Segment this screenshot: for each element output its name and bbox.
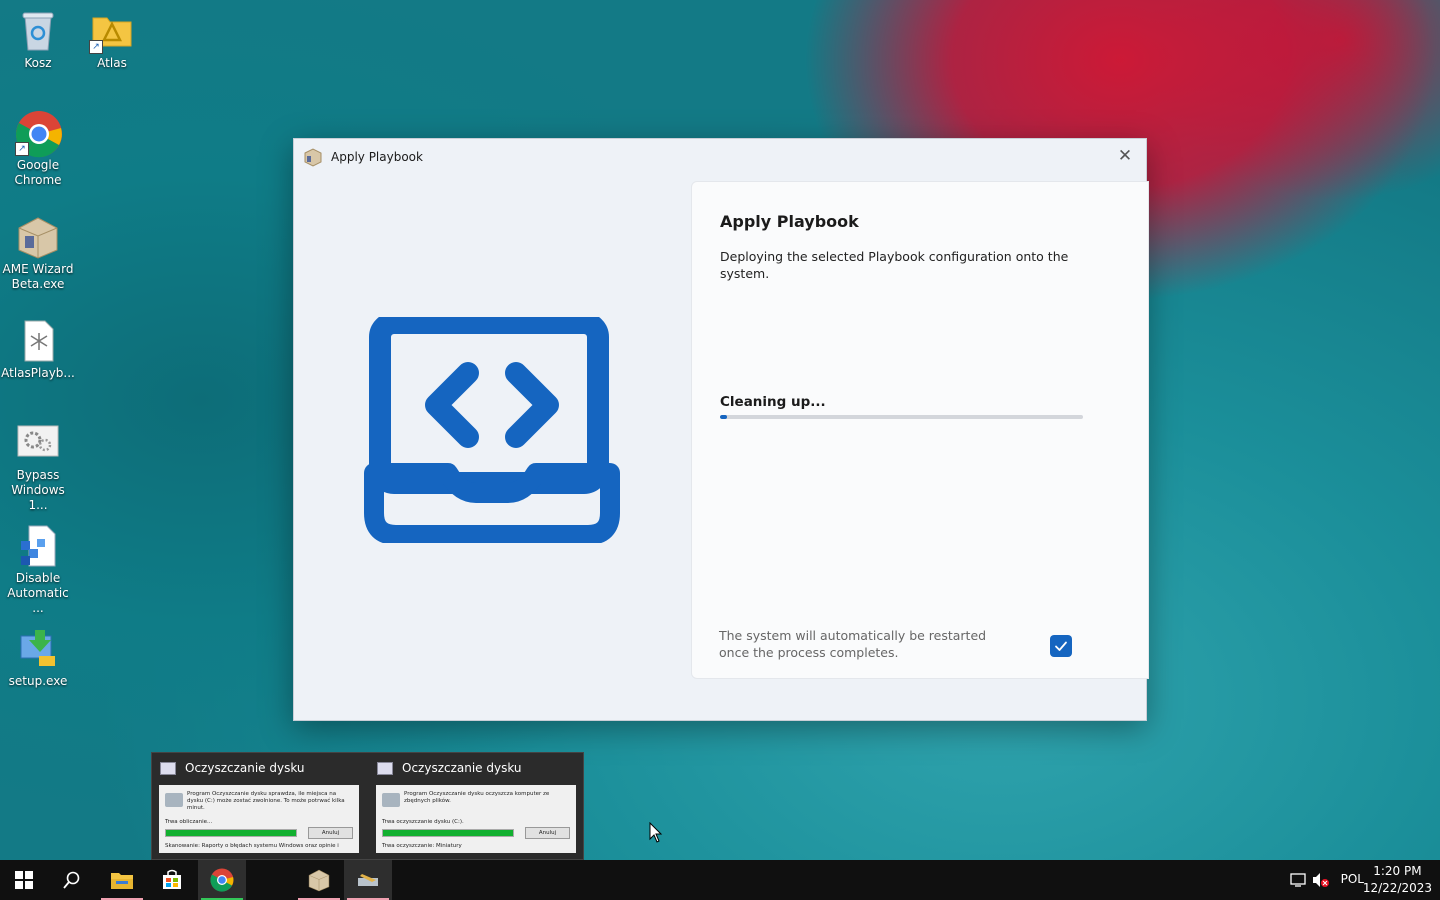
file-explorer-icon	[111, 873, 133, 889]
recycle-bin-icon	[15, 8, 61, 54]
volume-muted-icon[interactable]	[1312, 872, 1330, 888]
close-icon: ✕	[1117, 146, 1133, 166]
thumbnail-content: Program Oczyszczanie dysku sprawdza, ile…	[159, 785, 359, 853]
start-button[interactable]	[0, 860, 48, 900]
taskbar-chrome[interactable]	[198, 860, 246, 900]
restart-checkbox[interactable]	[1050, 635, 1072, 657]
thumbnail-window-1[interactable]: Oczyszczanie dysku Program Oczyszczanie …	[152, 753, 368, 859]
checkmark-icon	[1055, 641, 1067, 651]
desktop-icon-label: Bypass Windows 1...	[11, 468, 65, 512]
desktop-icon-label: Atlas	[97, 56, 127, 70]
desktop-icon-google-chrome[interactable]: ↗ Google Chrome	[0, 110, 76, 188]
desktop-icon-atlas[interactable]: ↗ Atlas	[74, 8, 150, 71]
thumbnail-cancel-button: Anuluj	[525, 827, 570, 839]
ame-wizard-icon	[308, 869, 330, 892]
start-icon	[15, 871, 33, 889]
thumbnail-footer: Trwa oczyszczanie: Miniatury	[382, 843, 462, 849]
folder-shortcut-icon: ↗	[89, 8, 135, 54]
panel-heading: Apply Playbook	[720, 212, 859, 231]
desktop-icon-label: AME Wizard Beta.exe	[2, 262, 74, 291]
store-icon	[163, 869, 181, 889]
desktop-icon-recycle-bin[interactable]: Kosz	[0, 8, 76, 71]
thumbnail-footer: Skanowanie: Raporty o błędach systemu Wi…	[165, 843, 339, 849]
thumbnail-window-2[interactable]: Oczyszczanie dysku Program Oczyszczanie …	[369, 753, 585, 859]
ame-wizard-icon	[303, 147, 323, 167]
laptop-code-icon	[364, 317, 620, 543]
status-text: Cleaning up...	[720, 394, 826, 410]
thumbnail-text: Program Oczyszczanie dysku oczyszcza kom…	[404, 791, 550, 804]
system-tray: POL 1:20 PM 12/22/2023	[1280, 860, 1440, 900]
disk-cleanup-icon	[377, 761, 393, 775]
disk-cleanup-icon	[358, 874, 378, 886]
thumbnail-label: Trwa oczyszczanie dysku (C:).	[382, 819, 464, 825]
thumbnail-cancel-button: Anuluj	[308, 827, 353, 839]
window-title: Apply Playbook	[331, 150, 423, 164]
desktop-icon-label: AtlasPlayb...	[1, 366, 75, 380]
chrome-icon: ↗	[15, 110, 62, 158]
mouse-cursor-icon	[649, 822, 663, 843]
thumbnail-title: Oczyszczanie dysku	[402, 761, 522, 775]
thumbnail-progress	[165, 829, 297, 837]
desktop-icon-bypass-windows[interactable]: Bypass Windows 1...	[0, 420, 76, 513]
progress-fill	[720, 415, 728, 419]
search-icon	[63, 871, 80, 889]
restart-note: The system will automatically be restart…	[719, 628, 987, 660]
desktop-icon-disable-automatic[interactable]: Disable Automatic ...	[0, 523, 76, 616]
desktop-icon-label: setup.exe	[8, 674, 68, 688]
thumbnail-label: Trwa obliczanie...	[165, 819, 213, 825]
taskbar-disk-cleanup[interactable]	[344, 860, 392, 900]
script-icon	[15, 523, 61, 569]
thumbnail-content: Program Oczyszczanie dysku oczyszcza kom…	[376, 785, 576, 853]
language-indicator[interactable]: POL	[1341, 872, 1364, 886]
thumbnail-title: Oczyszczanie dysku	[185, 761, 305, 775]
desktop-icon-ame-wizard[interactable]: AME Wizard Beta.exe	[0, 214, 76, 292]
progress-bar	[720, 415, 1083, 419]
drive-icon	[165, 793, 183, 807]
desktop-icon-setup[interactable]: setup.exe	[0, 626, 76, 689]
desktop-icon-label: Kosz	[24, 56, 52, 70]
taskbar: POL 1:20 PM 12/22/2023	[0, 860, 1440, 900]
close-button[interactable]: ✕	[1114, 145, 1136, 167]
clock-date: 12/22/2023	[1362, 881, 1432, 895]
panel-description: Deploying the selected Playbook configur…	[720, 249, 1069, 281]
network-icon[interactable]	[1290, 872, 1308, 888]
taskbar-ame-wizard[interactable]	[295, 860, 343, 900]
window-titlebar[interactable]: Apply Playbook ✕	[294, 139, 1146, 175]
thumbnail-progress	[382, 829, 514, 837]
playbook-file-icon	[15, 318, 61, 364]
taskbar-store[interactable]	[148, 860, 196, 900]
progress-panel: Apply Playbook Deploying the selected Pl…	[691, 181, 1149, 679]
chrome-icon	[210, 868, 234, 892]
shortcut-arrow-icon: ↗	[89, 40, 103, 54]
setup-icon	[15, 626, 61, 672]
desktop-icon-atlas-playbook[interactable]: AtlasPlayb...	[0, 318, 76, 381]
gears-icon	[15, 420, 61, 466]
drive-icon	[382, 793, 400, 807]
clock[interactable]: 1:20 PM 12/22/2023	[1363, 863, 1432, 897]
clock-time: 1:20 PM	[1373, 864, 1422, 878]
shortcut-arrow-icon: ↗	[15, 142, 29, 156]
apply-playbook-window: Apply Playbook ✕ Apply Playbook Deployin…	[293, 138, 1149, 721]
taskbar-thumbnail-preview: Oczyszczanie dysku Program Oczyszczanie …	[151, 752, 584, 860]
desktop-icon-label: Disable Automatic ...	[7, 571, 69, 615]
ame-wizard-icon	[15, 214, 61, 260]
desktop-icon-label: Google Chrome	[14, 158, 62, 187]
thumbnail-text: Program Oczyszczanie dysku sprawdza, ile…	[187, 791, 345, 811]
search-button[interactable]	[48, 860, 96, 900]
disk-cleanup-icon	[160, 761, 176, 775]
taskbar-file-explorer[interactable]	[98, 860, 146, 900]
